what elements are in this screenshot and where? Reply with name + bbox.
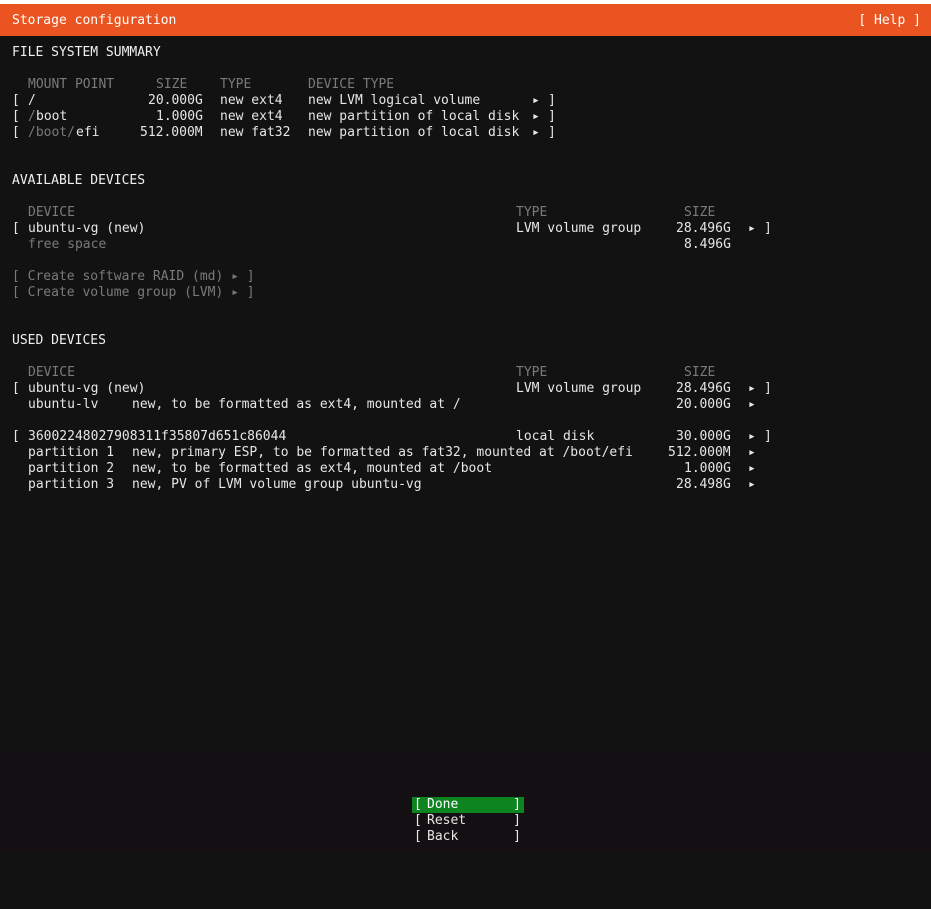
- arrow-icon: ▸: [748, 429, 756, 444]
- done-button[interactable]: [ Done ]: [412, 797, 524, 813]
- row-close-bracket: ]: [548, 93, 556, 108]
- reset-button[interactable]: [ Reset ]: [412, 813, 524, 829]
- row-open-bracket: [: [12, 429, 20, 444]
- title-bar: Storage configuration [ Help ]: [0, 4, 931, 36]
- free-space-label: free space: [28, 237, 107, 252]
- col-type: TYPE: [220, 77, 252, 92]
- col-device-type: DEVICE TYPE: [308, 77, 395, 92]
- size: 1.000G: [156, 109, 203, 124]
- lv-desc: new, to be formatted as ext4, mounted at…: [132, 397, 461, 412]
- arrow-icon: ▸: [748, 221, 756, 236]
- row-close-bracket: ]: [764, 429, 772, 444]
- create-raid-button[interactable]: [ Create software RAID (md) ▸ ]: [12, 269, 255, 285]
- back-label: Back: [427, 829, 459, 844]
- fs-type: new ext4: [220, 109, 283, 124]
- reset-label: Reset: [427, 813, 467, 828]
- device-size: 28.496G: [676, 221, 731, 236]
- partition-size: 512.000M: [668, 445, 731, 460]
- size: 512.000M: [140, 125, 203, 140]
- lv-size: 20.000G: [676, 397, 731, 412]
- disk-size: 30.000G: [676, 429, 731, 444]
- col-type: TYPE: [516, 205, 548, 220]
- button-close-bracket: ]: [513, 829, 521, 844]
- col-mount-point: MOUNT POINT: [28, 77, 115, 92]
- used-devices-heading: USED DEVICES: [12, 333, 106, 348]
- size: 20.000G: [148, 93, 203, 108]
- row-close-bracket: ]: [548, 109, 556, 124]
- arrow-icon: ▸: [748, 397, 756, 412]
- device-name: ubuntu-vg (new): [28, 221, 146, 236]
- fs-type: new fat32: [220, 125, 291, 140]
- partition-name: partition 2: [28, 461, 115, 476]
- col-device: DEVICE: [28, 365, 75, 380]
- button-open-bracket: [: [414, 797, 422, 812]
- fs-type: new ext4: [220, 93, 283, 108]
- button-open-bracket: [: [414, 829, 422, 844]
- mount-dim: /boot/: [28, 125, 75, 140]
- row-open-bracket: [: [12, 221, 20, 236]
- button-close-bracket: ]: [513, 797, 521, 812]
- mount-point: boot: [36, 109, 68, 124]
- col-device: DEVICE: [28, 205, 75, 220]
- arrow-icon: ▸: [748, 445, 756, 460]
- button-open-bracket: [: [414, 813, 422, 828]
- col-size: SIZE: [684, 365, 716, 380]
- arrow-icon: ▸: [748, 477, 756, 492]
- device-size: 28.496G: [676, 381, 731, 396]
- back-button[interactable]: [ Back ]: [412, 829, 524, 845]
- help-button[interactable]: [ Help ]: [858, 13, 921, 29]
- lv-name: ubuntu-lv: [28, 397, 99, 412]
- disk-type: local disk: [516, 429, 595, 444]
- partition-size: 1.000G: [684, 461, 731, 476]
- row-close-bracket: ]: [548, 125, 556, 140]
- partition-name: partition 1: [28, 445, 115, 460]
- row-open-bracket: [: [12, 109, 20, 124]
- partition-desc: new, to be formatted as ext4, mounted at…: [132, 461, 493, 476]
- row-open-bracket: [: [12, 381, 20, 396]
- free-space-size: 8.496G: [684, 237, 731, 252]
- row-close-bracket: ]: [764, 381, 772, 396]
- button-close-bracket: ]: [513, 813, 521, 828]
- row-open-bracket: [: [12, 93, 20, 108]
- device-name: ubuntu-vg (new): [28, 381, 146, 396]
- available-devices-heading: AVAILABLE DEVICES: [12, 173, 146, 188]
- partition-desc: new, primary ESP, to be formatted as fat…: [132, 445, 633, 460]
- partition-desc: new, PV of LVM volume group ubuntu-vg: [132, 477, 422, 492]
- device-type: LVM volume group: [516, 221, 642, 236]
- col-type: TYPE: [516, 365, 548, 380]
- device-type: new partition of local disk: [308, 109, 520, 124]
- row-close-bracket: ]: [764, 221, 772, 236]
- mount-point: /: [28, 93, 36, 108]
- fs-summary-heading: FILE SYSTEM SUMMARY: [12, 45, 161, 60]
- device-type: LVM volume group: [516, 381, 642, 396]
- arrow-icon: ▸: [748, 461, 756, 476]
- col-size: SIZE: [156, 77, 188, 92]
- arrow-icon: ▸: [532, 125, 540, 140]
- partition-size: 28.498G: [676, 477, 731, 492]
- device-type: new LVM logical volume: [308, 93, 481, 108]
- col-size: SIZE: [684, 205, 716, 220]
- mount-dim: /: [28, 109, 36, 124]
- arrow-icon: ▸: [748, 381, 756, 396]
- done-label: Done: [427, 797, 459, 812]
- create-vg-button[interactable]: [ Create volume group (LVM) ▸ ]: [12, 285, 255, 301]
- partition-name: partition 3: [28, 477, 115, 492]
- row-open-bracket: [: [12, 125, 20, 140]
- device-type: new partition of local disk: [308, 125, 520, 140]
- arrow-icon: ▸: [532, 93, 540, 108]
- disk-name: 36002248027908311f35807d651c86044: [28, 429, 287, 444]
- mount-point: efi: [76, 125, 100, 140]
- arrow-icon: ▸: [532, 109, 540, 124]
- window-title: Storage configuration: [12, 13, 177, 28]
